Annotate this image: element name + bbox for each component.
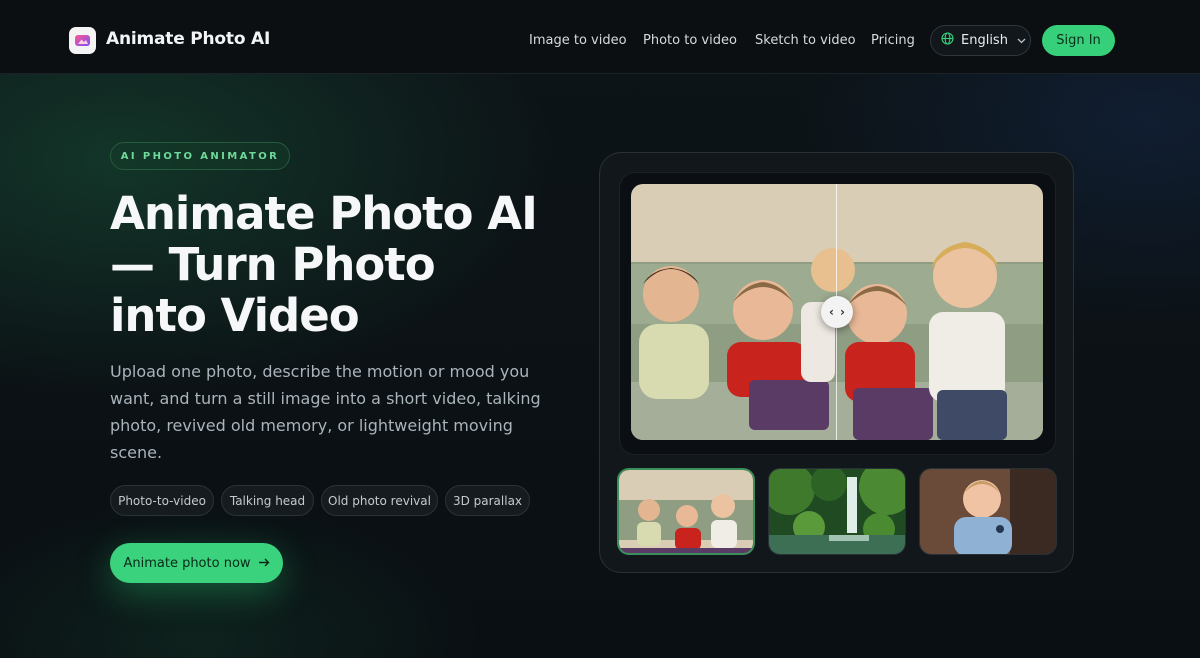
- top-nav-bar: Animate Photo AI Image to video Photo to…: [0, 0, 1200, 74]
- nav-pricing[interactable]: Pricing: [871, 33, 915, 48]
- nav-sketch-to-video[interactable]: Sketch to video: [755, 33, 856, 48]
- thumbnail-smiling-toddler[interactable]: [919, 468, 1057, 555]
- nav-image-to-video[interactable]: Image to video: [529, 33, 627, 48]
- chevron-down-icon: [1017, 33, 1026, 48]
- thumbnail-old-family-photo[interactable]: [617, 468, 755, 555]
- globe-icon: [941, 32, 954, 49]
- arrow-right-icon: [258, 556, 270, 571]
- sign-in-button[interactable]: Sign In: [1042, 25, 1115, 56]
- chip-old-photo-revival[interactable]: Old photo revival: [321, 485, 438, 516]
- chip-3d-parallax[interactable]: 3D parallax: [445, 485, 530, 516]
- language-label: English: [961, 33, 1008, 48]
- brand-name[interactable]: Animate Photo AI: [106, 29, 270, 49]
- chevron-right-icon: ›: [840, 305, 845, 319]
- chevron-left-icon: ‹: [829, 305, 834, 319]
- animate-photo-cta-button[interactable]: Animate photo now: [110, 543, 283, 583]
- hero-description: Upload one photo, describe the motion or…: [110, 362, 541, 462]
- thumbnail-waterfall-landscape[interactable]: [768, 468, 906, 555]
- chip-photo-to-video[interactable]: Photo-to-video: [110, 485, 214, 516]
- hero-title: Animate Photo AI — Turn Photo into Video: [110, 187, 538, 342]
- cta-label: Animate photo now: [123, 555, 251, 571]
- eyebrow-badge: AI PHOTO ANIMATOR: [110, 142, 290, 170]
- app-logo-icon[interactable]: [69, 27, 96, 54]
- chip-talking-head[interactable]: Talking head: [221, 485, 314, 516]
- language-selector[interactable]: English: [930, 25, 1031, 56]
- compare-slider-handle[interactable]: ‹ ›: [821, 296, 853, 328]
- nav-photo-to-video[interactable]: Photo to video: [643, 33, 737, 48]
